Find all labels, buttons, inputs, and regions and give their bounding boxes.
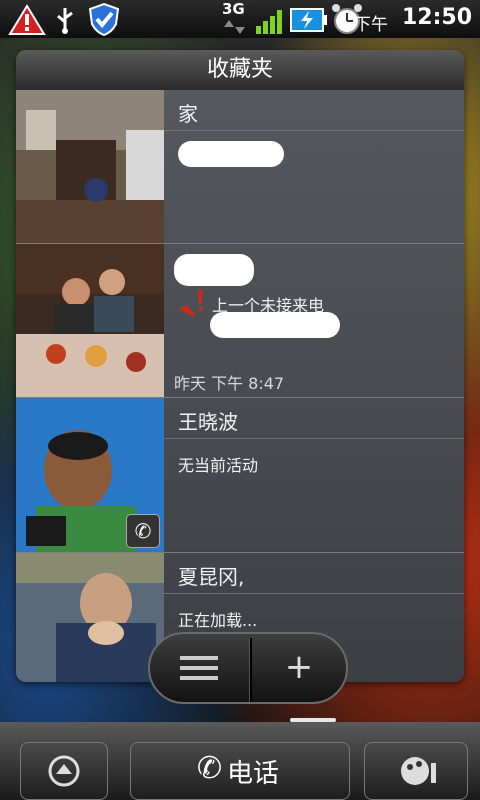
all-apps-button[interactable] <box>20 742 108 800</box>
up-arrow-icon <box>48 755 80 787</box>
row-divider <box>164 130 464 131</box>
contact-row-missed[interactable]: 剃 上一个未接来电 昨天 下午 8:47 <box>16 244 464 398</box>
contact-status: 正在加载... <box>178 611 258 630</box>
phone-badge-icon: ✆ <box>126 514 160 548</box>
row-divider <box>164 438 464 439</box>
add-button[interactable]: + <box>250 634 348 702</box>
row-divider <box>164 593 464 594</box>
missed-call-icon <box>179 290 203 318</box>
usb-icon <box>57 8 73 34</box>
contact-photo <box>16 90 164 243</box>
clock-time: 12:50 <box>401 5 472 30</box>
phone-label: 电话 <box>227 759 280 789</box>
contact-status: 无当前活动 <box>178 456 259 475</box>
signal-icon <box>256 10 282 34</box>
menu-button[interactable] <box>150 634 248 702</box>
shield-icon <box>88 2 120 36</box>
bottom-dock: ✆ 电话 <box>0 722 480 800</box>
data-activity-icon <box>224 20 245 34</box>
contact-name: 王晓波 <box>178 410 238 434</box>
battery-icon <box>290 8 327 32</box>
call-time: 昨天 下午 8:47 <box>174 374 285 393</box>
widget-title: 收藏夹 <box>16 50 464 90</box>
redacted-field <box>210 312 340 338</box>
contact-row-home[interactable]: 家 <box>16 90 464 244</box>
redacted-field <box>178 141 284 167</box>
contact-name: 家 <box>178 102 198 126</box>
list-icon <box>180 656 218 680</box>
status-bar: 3G 下午 12:50 <box>0 0 480 38</box>
personalize-button[interactable] <box>364 742 468 800</box>
personalize-icon <box>401 757 436 785</box>
favorites-widget: 收藏夹 家 上一个未接来电 昨天 下午 8:47 ✆ 王晓波 无当前活动 夏昆冈… <box>16 50 464 682</box>
redacted-field <box>174 254 254 286</box>
ampm-label: 下午 <box>354 15 388 35</box>
favorites-list[interactable]: 家 剃 <box>16 90 464 682</box>
phone-button[interactable]: ✆ 电话 <box>130 742 350 800</box>
warning-icon <box>8 4 46 35</box>
network-type-label: 3G <box>222 0 245 18</box>
contact-photo <box>16 553 164 682</box>
contact-photo <box>16 244 164 397</box>
widget-action-pill: + <box>148 632 348 704</box>
contact-row-wang[interactable]: ✆ 王晓波 无当前活动 <box>16 398 464 553</box>
contact-name: 夏昆冈, <box>178 565 245 589</box>
phone-icon: ✆ <box>197 751 223 786</box>
